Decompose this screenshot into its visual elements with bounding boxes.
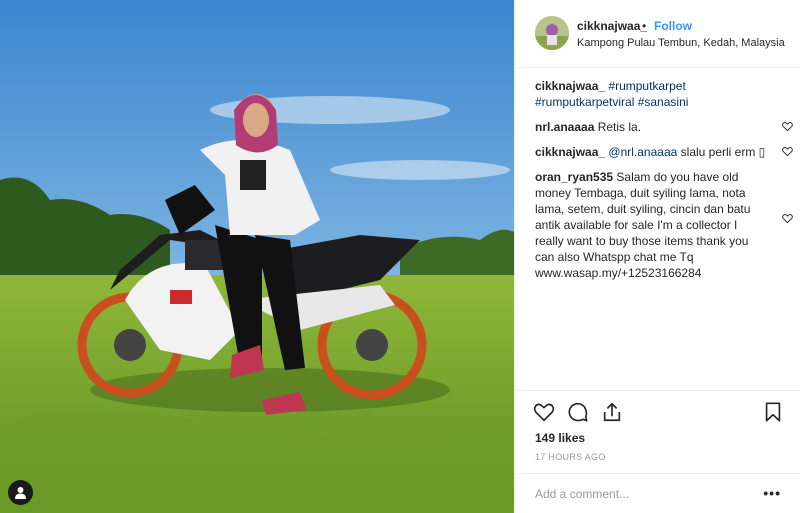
add-comment-input[interactable]: [535, 484, 755, 504]
comment-username[interactable]: oran_ryan535: [535, 170, 613, 184]
user-tag-button[interactable]: [8, 480, 33, 505]
follow-button[interactable]: Follow: [654, 19, 692, 33]
comment-text: Retis la.: [597, 120, 642, 134]
comments-list: cikknajwaa_ #rumputkarpet #rumputkarpetv…: [535, 78, 793, 290]
comment-like-heart-icon[interactable]: [782, 121, 793, 132]
separator-dot: •: [642, 19, 647, 33]
comment-like-heart-icon[interactable]: [782, 146, 793, 157]
avatar-image: [535, 16, 569, 50]
caption-username[interactable]: cikknajwaa_: [535, 79, 605, 93]
user-icon: [15, 487, 26, 499]
comment-text: Salam do you have old money Tembaga, dui…: [535, 170, 751, 280]
likes-count[interactable]: 149 likes: [535, 431, 585, 445]
comment-username[interactable]: nrl.anaaaa: [535, 120, 594, 134]
comment-icon[interactable]: [567, 401, 589, 423]
avatar[interactable]: [535, 16, 569, 50]
post-header: cikknajwaa_ • Follow Kampong Pulau Tembu…: [515, 0, 800, 68]
post-photo[interactable]: [0, 0, 514, 513]
add-comment-bar: •••: [515, 473, 800, 513]
username-link[interactable]: cikknajwaa_: [577, 19, 647, 33]
share-icon[interactable]: [601, 401, 623, 423]
bookmark-icon[interactable]: [762, 401, 784, 423]
comment-item: cikknajwaa_ @nrl.anaaaa slalu perli erm …: [535, 144, 793, 160]
like-heart-icon[interactable]: [533, 401, 555, 423]
caption: cikknajwaa_ #rumputkarpet #rumputkarpetv…: [535, 78, 785, 110]
comment-username[interactable]: cikknajwaa_: [535, 145, 605, 159]
comment-mention[interactable]: @nrl.anaaaa: [608, 145, 677, 159]
comment-like-heart-icon[interactable]: [782, 213, 793, 224]
comment-text: slalu perli erm ▯: [680, 145, 766, 159]
post-photo-image: [0, 0, 514, 513]
comment-item: oran_ryan535 Salam do you have old money…: [535, 169, 793, 281]
instagram-post-frame: cikknajwaa_ • Follow Kampong Pulau Tembu…: [0, 0, 800, 513]
more-options-button[interactable]: •••: [763, 485, 781, 501]
post-side-panel: cikknajwaa_ • Follow Kampong Pulau Tembu…: [514, 0, 800, 513]
post-timestamp[interactable]: 17 HOURS AGO: [535, 452, 606, 462]
comment-item: nrl.anaaaa Retis la.: [535, 119, 793, 135]
location-link[interactable]: Kampong Pulau Tembun, Kedah, Malaysia: [577, 37, 785, 49]
